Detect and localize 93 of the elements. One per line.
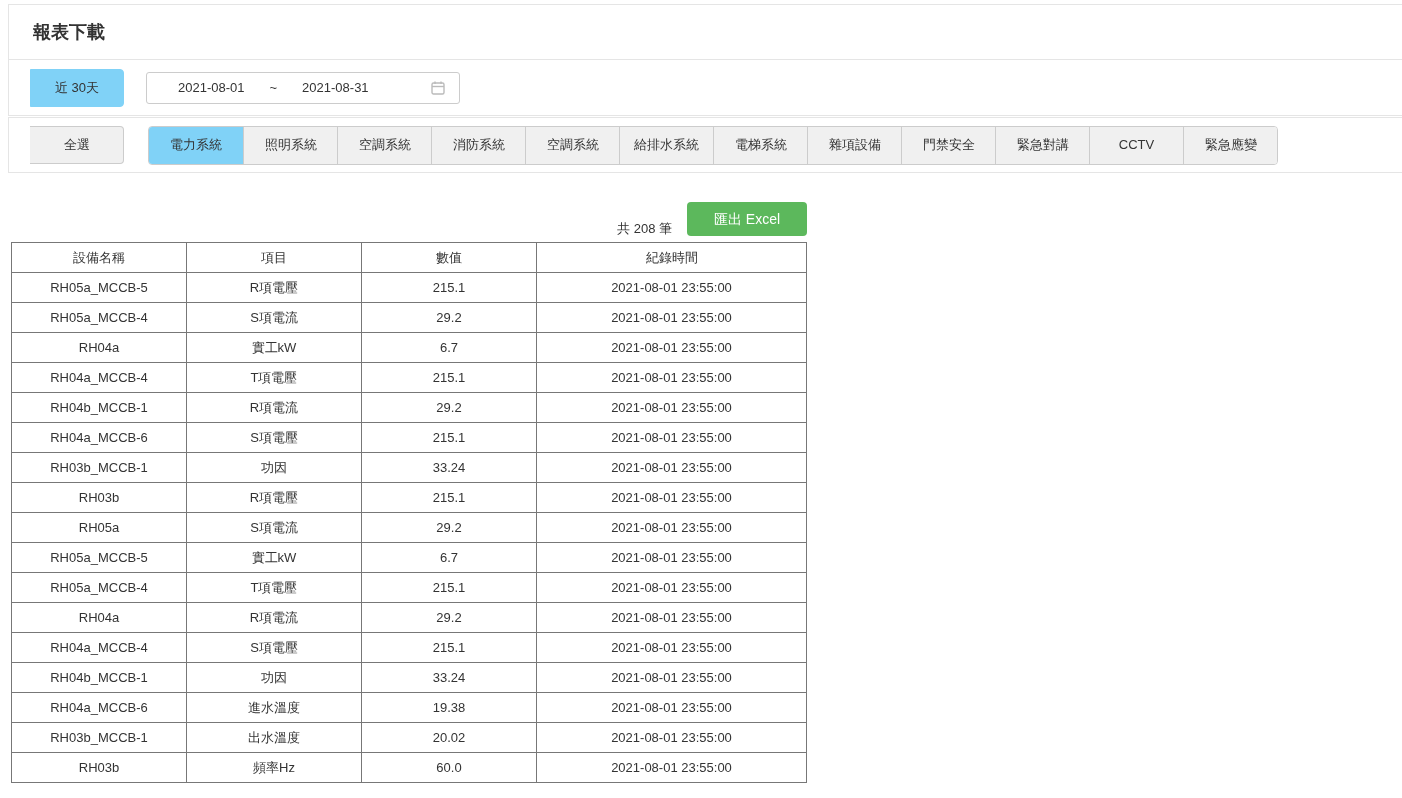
table-cell: 頻率Hz (186, 752, 362, 783)
table-cell: S項電流 (186, 302, 362, 333)
table-cell: 2021-08-01 23:55:00 (536, 542, 807, 573)
table-cell: 2021-08-01 23:55:00 (536, 602, 807, 633)
table-cell: 215.1 (361, 632, 537, 663)
system-tab[interactable]: 雜項設備 (807, 126, 901, 164)
table-cell: 60.0 (361, 752, 537, 783)
column-header: 紀錄時間 (536, 242, 807, 273)
table-cell: RH04a (11, 332, 187, 363)
table-cell: 20.02 (361, 722, 537, 753)
table-cell: 33.24 (361, 452, 537, 483)
table-cell: 215.1 (361, 362, 537, 393)
table-cell: 2021-08-01 23:55:00 (536, 422, 807, 453)
table-cell: 進水溫度 (186, 692, 362, 723)
table-cell: RH04a_MCCB-4 (11, 362, 187, 393)
table-cell: RH04a (11, 602, 187, 633)
table-cell: R項電流 (186, 392, 362, 423)
page-title: 報表下載 (33, 20, 105, 44)
system-tab[interactable]: CCTV (1089, 126, 1183, 164)
table-cell: 2021-08-01 23:55:00 (536, 272, 807, 303)
table-cell: 215.1 (361, 482, 537, 513)
date-separator: ~ (269, 78, 278, 97)
start-date: 2021-08-01 (178, 78, 245, 97)
end-date: 2021-08-31 (302, 78, 369, 97)
table-cell: 2021-08-01 23:55:00 (536, 332, 807, 363)
table-cell: 29.2 (361, 512, 537, 543)
table-cell: 215.1 (361, 272, 537, 303)
table-cell: T項電壓 (186, 362, 362, 393)
table-cell: S項電壓 (186, 422, 362, 453)
system-tab[interactable]: 消防系統 (431, 126, 525, 164)
table-cell: 2021-08-01 23:55:00 (536, 302, 807, 333)
table-cell: R項電壓 (186, 272, 362, 303)
table-cell: 33.24 (361, 662, 537, 693)
table-cell: 29.2 (361, 392, 537, 423)
table-cell: 實工kW (186, 542, 362, 573)
table-cell: S項電流 (186, 512, 362, 543)
table-cell: 2021-08-01 23:55:00 (536, 632, 807, 663)
column-header: 項目 (186, 242, 362, 273)
system-tab[interactable]: 空調系統 (337, 126, 431, 164)
column-header: 數值 (361, 242, 537, 273)
table-cell: 2021-08-01 23:55:00 (536, 692, 807, 723)
table-cell: 2021-08-01 23:55:00 (536, 572, 807, 603)
system-tab[interactable]: 門禁安全 (901, 126, 995, 164)
system-tab[interactable]: 電力系統 (149, 126, 243, 164)
record-count: 共 208 筆 (617, 219, 672, 238)
table-cell: 19.38 (361, 692, 537, 723)
table-cell: 2021-08-01 23:55:00 (536, 512, 807, 543)
select-all-button[interactable]: 全選 (30, 126, 124, 164)
table-cell: 2021-08-01 23:55:00 (536, 362, 807, 393)
table-cell: 出水溫度 (186, 722, 362, 753)
system-tab[interactable]: 給排水系統 (619, 126, 713, 164)
column-header: 設備名稱 (11, 242, 187, 273)
table-cell: RH05a_MCCB-5 (11, 542, 187, 573)
system-tab[interactable]: 電梯系統 (713, 126, 807, 164)
calendar-icon (431, 80, 445, 95)
table-cell: R項電壓 (186, 482, 362, 513)
table-cell: RH04a_MCCB-6 (11, 422, 187, 453)
table-cell: RH04a_MCCB-6 (11, 692, 187, 723)
table-cell: RH04a_MCCB-4 (11, 632, 187, 663)
table-cell: R項電流 (186, 602, 362, 633)
table-cell: RH05a (11, 512, 187, 543)
table-cell: 6.7 (361, 542, 537, 573)
table-cell: 2021-08-01 23:55:00 (536, 452, 807, 483)
table-cell: 6.7 (361, 332, 537, 363)
system-tab[interactable]: 照明系統 (243, 126, 337, 164)
table-cell: RH03b_MCCB-1 (11, 722, 187, 753)
table-cell: RH05a_MCCB-5 (11, 272, 187, 303)
table-cell: 215.1 (361, 422, 537, 453)
table-cell: 2021-08-01 23:55:00 (536, 392, 807, 423)
table-cell: 29.2 (361, 302, 537, 333)
table-cell: 29.2 (361, 602, 537, 633)
date-range-button[interactable]: 近 30天 (30, 68, 124, 107)
table-cell: RH05a_MCCB-4 (11, 572, 187, 603)
table-cell: RH04b_MCCB-1 (11, 662, 187, 693)
table-cell: S項電壓 (186, 632, 362, 663)
table-cell: T項電壓 (186, 572, 362, 603)
table-cell: 2021-08-01 23:55:00 (536, 722, 807, 753)
table-cell: RH03b (11, 752, 187, 783)
table-cell: RH03b_MCCB-1 (11, 452, 187, 483)
system-tab[interactable]: 緊急對講 (995, 126, 1089, 164)
table-cell: 2021-08-01 23:55:00 (536, 752, 807, 783)
table-cell: 2021-08-01 23:55:00 (536, 662, 807, 693)
system-tab[interactable]: 空調系統 (525, 126, 619, 164)
table-cell: 實工kW (186, 332, 362, 363)
table-cell: RH04b_MCCB-1 (11, 392, 187, 423)
system-tab[interactable]: 緊急應變 (1183, 126, 1277, 164)
table-cell: RH03b (11, 482, 187, 513)
table-cell: 功因 (186, 662, 362, 693)
date-range-field[interactable]: 2021-08-01 ~ 2021-08-31 (146, 71, 460, 104)
table-cell: 功因 (186, 452, 362, 483)
table-cell: 2021-08-01 23:55:00 (536, 482, 807, 513)
table-cell: 215.1 (361, 572, 537, 603)
table-cell: RH05a_MCCB-4 (11, 302, 187, 333)
